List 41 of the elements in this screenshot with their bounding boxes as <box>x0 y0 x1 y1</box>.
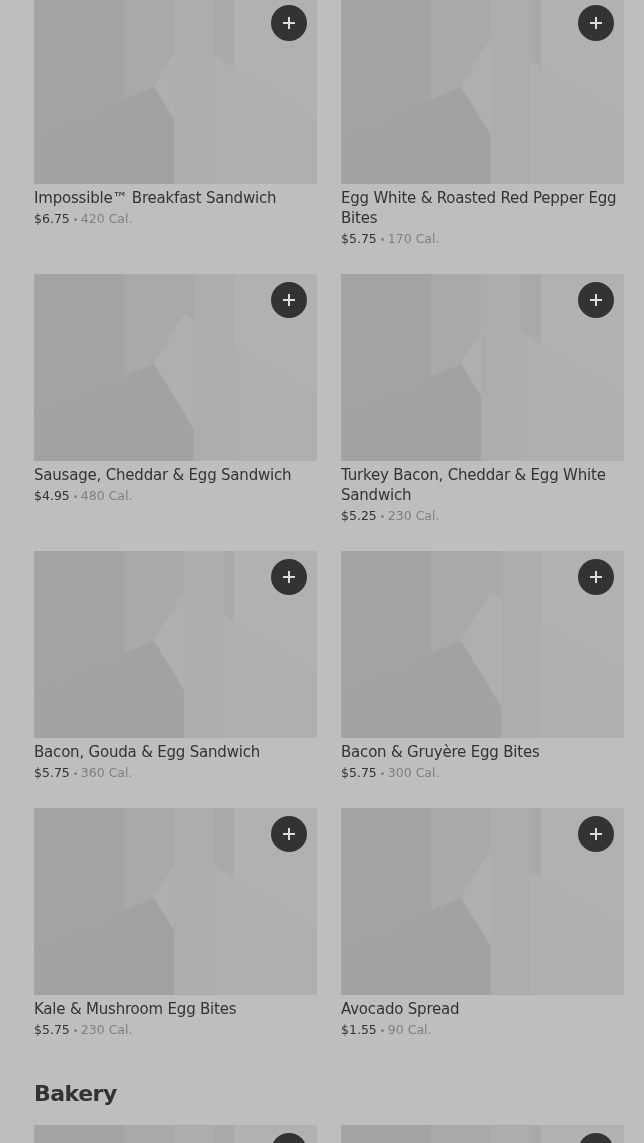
plus-icon <box>590 828 602 840</box>
price: $5.25 <box>341 508 377 523</box>
price: $4.95 <box>34 488 70 503</box>
price: $5.75 <box>341 231 377 246</box>
product-name: Kale & Mushroom Egg Bites <box>34 999 238 1019</box>
product-name: Turkey Bacon, Cheddar & Egg White Sandwich <box>341 465 607 505</box>
product-name: Bacon & Gruyère Egg Bites <box>341 742 541 762</box>
separator-dot-icon <box>380 1029 384 1032</box>
section-heading: Bakery <box>34 1081 118 1108</box>
calories: 230 Cal. <box>387 508 440 523</box>
plus-icon <box>590 571 602 583</box>
product-name: Sausage, Cheddar & Egg Sandwich <box>34 465 293 485</box>
product-name: Avocado Spread <box>341 999 461 1019</box>
separator-dot-icon <box>73 495 77 498</box>
price: $5.75 <box>34 1022 70 1037</box>
separator-dot-icon <box>73 772 77 775</box>
plus-icon <box>590 294 602 306</box>
plus-icon <box>283 17 295 29</box>
plus-icon <box>283 571 295 583</box>
price: $6.75 <box>34 211 70 226</box>
calories: 300 Cal. <box>387 765 440 780</box>
calories: 360 Cal. <box>80 765 133 780</box>
price: $1.55 <box>341 1022 377 1037</box>
plus-icon <box>283 294 295 306</box>
price: $5.75 <box>34 765 70 780</box>
calories: 480 Cal. <box>80 488 133 503</box>
price: $5.75 <box>341 765 377 780</box>
separator-dot-icon <box>73 1029 77 1032</box>
product-name: Impossible™ Breakfast Sandwich <box>34 188 278 208</box>
separator-dot-icon <box>380 772 384 775</box>
separator-dot-icon <box>73 218 77 221</box>
calories: 90 Cal. <box>387 1022 432 1037</box>
calories: 420 Cal. <box>80 211 133 226</box>
product-name: Bacon, Gouda & Egg Sandwich <box>34 742 262 762</box>
plus-icon <box>590 17 602 29</box>
calories: 230 Cal. <box>80 1022 133 1037</box>
calories: 170 Cal. <box>387 231 440 246</box>
separator-dot-icon <box>380 238 384 241</box>
plus-icon <box>283 828 295 840</box>
separator-dot-icon <box>380 515 384 518</box>
product-name: Egg White & Roasted Red Pepper Egg Bites <box>341 188 618 228</box>
